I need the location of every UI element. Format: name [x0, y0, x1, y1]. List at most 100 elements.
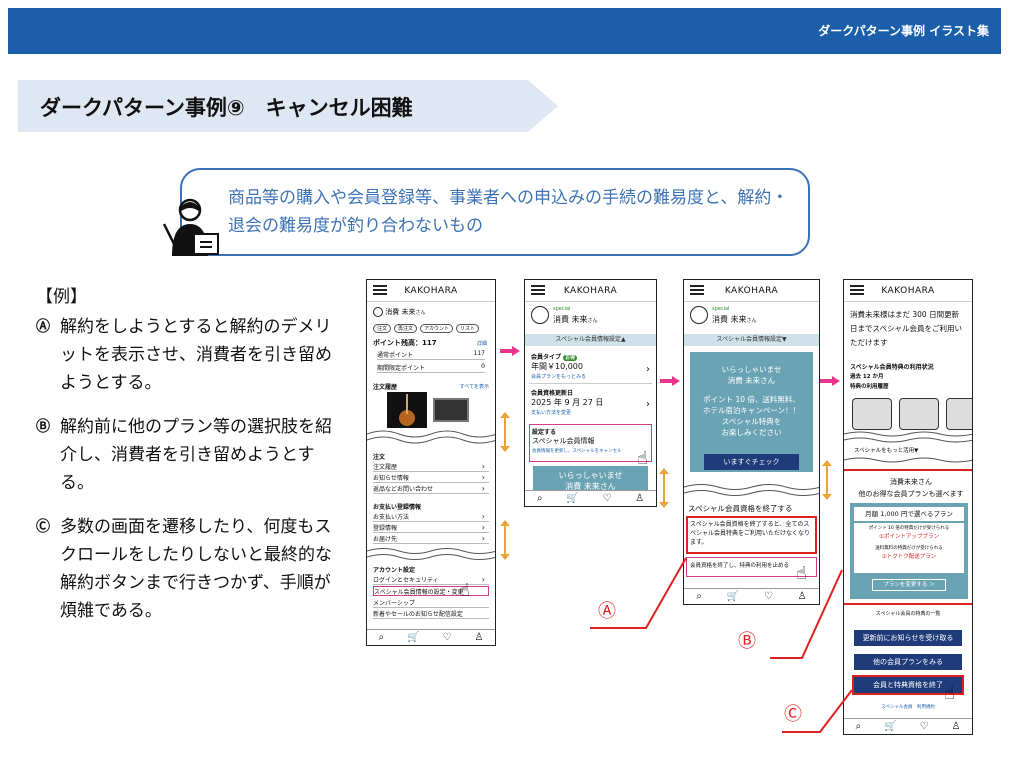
section-bar[interactable]: スペシャル会員情報設定▲: [525, 334, 656, 346]
example-item-c: Ⓒ 多数の画面を遷移したり、何度もスクロールをしたりしないと最終的な解約ボタンま…: [36, 513, 346, 625]
order-menu-item[interactable]: お知らせ情報 ›: [373, 473, 489, 483]
search-icon[interactable]: ⌕: [379, 632, 385, 643]
promo-line: ホテル宿泊キャンペーン！！: [702, 406, 801, 415]
special-cancel-setting-box[interactable]: 設定する スペシャル会員情報 会員情報を更新し、スペシャルをキャンセル: [529, 424, 652, 462]
brand-name: KAKOHARA: [563, 286, 618, 296]
chip-account[interactable]: アカウント: [420, 324, 454, 333]
chip-reorder[interactable]: 再注文: [394, 324, 418, 333]
menu-item-label: お知らせ情報: [373, 475, 409, 482]
flow-arrow-icon: [660, 376, 680, 386]
user-honorific: さん: [746, 318, 757, 324]
setting-cancel-link[interactable]: 会員情報を更新し、スペシャルをキャンセル: [532, 448, 622, 454]
brand-name: KAKOHARA: [404, 286, 458, 296]
usage-title: スペシャル会員特典の利用状況: [850, 364, 934, 371]
check-now-button[interactable]: いますぐチェック: [704, 454, 799, 470]
phone-header: KAKOHARA: [525, 280, 656, 302]
member-type-price: 年間￥10,000: [531, 362, 583, 371]
pay-menu-item[interactable]: お届け先 ›: [373, 534, 489, 544]
menu-item-label: 新着やセールのお知らせ配信設定: [373, 611, 463, 618]
more-benefits-link[interactable]: スペシャルをもっと活用▼: [854, 446, 918, 454]
wavy-scroll-break: [844, 456, 972, 466]
benefit-card[interactable]: [899, 398, 939, 430]
phone-screen-2: KAKOHARA special 消費 未来さん スペシャル会員情報設定▲ 会員…: [524, 279, 657, 507]
user-name: 消費 未来: [385, 308, 416, 316]
user-honorific: さん: [587, 318, 598, 324]
account-menu-item[interactable]: メンバーシップ: [373, 598, 489, 608]
user-greeting: 消費 未来さん: [553, 314, 598, 325]
points-row-label: 通常ポイント: [377, 352, 414, 359]
points-title: ポイント残高：117: [373, 339, 437, 347]
laptop-product-image[interactable]: [433, 398, 469, 422]
callout-b-label: Ⓑ: [738, 631, 756, 652]
header-title: ダークパターン事例 イラスト集: [818, 24, 989, 38]
presenter-person-icon: [162, 198, 224, 262]
welcome-top: いらっしゃいませ: [558, 471, 623, 480]
menu-item-label: 注文履歴: [373, 464, 398, 471]
callout-c-label: Ⓒ: [784, 704, 802, 725]
slide-title-band: ダークパターン事例⑨ キャンセル困難: [18, 80, 558, 132]
phone-header: KAKOHARA: [367, 280, 495, 302]
guitar-product-image[interactable]: [387, 392, 427, 428]
user-greeting: 消費 未来さん: [373, 307, 425, 317]
user-name: 消費 未来: [712, 315, 747, 324]
order-menu-item[interactable]: 注文履歴 ›: [373, 462, 489, 472]
usage-history: 特典の利用履歴: [850, 384, 889, 390]
chevron-right-icon: ›: [481, 523, 485, 532]
chevron-right-icon: ›: [481, 534, 485, 543]
benefit-card[interactable]: [852, 398, 892, 430]
pay-section-title: お支払い登録情報: [373, 504, 422, 511]
promo-line: ポイント 10 倍、送料無料、: [703, 395, 800, 404]
orders-title: 注文履歴: [373, 384, 398, 391]
user-greeting: 消費 未来さん: [712, 314, 757, 325]
example-item-a: Ⓐ 解約をしようとすると解約のデメリットを表示させ、消費者を引き留めようとする。: [36, 313, 346, 397]
chevron-right-icon: ›: [646, 364, 650, 375]
brand-name: KAKOHARA: [881, 286, 935, 296]
example-mark: Ⓐ: [36, 319, 50, 335]
callout-a-label: Ⓐ: [598, 601, 616, 622]
order-menu-item[interactable]: 返品などお問い合わせ ›: [373, 484, 489, 494]
points-row-value: 117: [473, 350, 485, 357]
section-bar[interactable]: スペシャル会員情報設定▼: [684, 334, 819, 346]
user-honorific: さん: [415, 310, 426, 316]
flow-arrow-icon: [820, 376, 840, 386]
account-menu-item[interactable]: 新着やセールのお知らせ配信設定: [373, 609, 489, 619]
examples-list: 【例】 Ⓐ 解約をしようとすると解約のデメリットを表示させ、消費者を引き留めよう…: [36, 283, 346, 641]
menu-item-label: ログインとセキュリティ: [373, 577, 439, 584]
menu-item-label: メンバーシップ: [373, 600, 415, 607]
special-label: special: [712, 306, 730, 312]
chip-list[interactable]: リスト: [456, 324, 480, 333]
benefit-card[interactable]: [946, 398, 972, 430]
example-text: 多数の画面を遷移したり、何度もスクロールをしたりしないと最終的な解約ボタンまで行…: [60, 517, 332, 621]
renew-label: 会員資格更新日: [531, 390, 574, 397]
orders-all-link[interactable]: すべてを表示: [460, 383, 489, 390]
search-icon[interactable]: ⌕: [537, 493, 543, 504]
flow-arrow-icon: [500, 346, 520, 356]
cart-icon[interactable]: 🛒: [407, 632, 419, 643]
setting-title: スペシャル会員情報: [532, 437, 595, 445]
wavy-scroll-break: [367, 428, 495, 446]
payment-change-link[interactable]: 支払い方法を変更: [531, 409, 571, 416]
renew-date: 2025 年 9 月 27 日: [531, 398, 604, 407]
pay-menu-item[interactable]: お支払い方法 ›: [373, 512, 489, 522]
pay-menu-item[interactable]: 登録情報 ›: [373, 523, 489, 533]
points-detail-link[interactable]: 詳細: [477, 340, 487, 347]
offer-user-name: 消費未来さん: [890, 478, 932, 486]
account-icon[interactable]: ♙: [475, 632, 484, 643]
promo-line: お楽しみください: [721, 428, 782, 437]
account-menu-item[interactable]: ログインとセキュリティ ›: [373, 575, 489, 585]
member-plan-link[interactable]: 会員プランをもっとみる: [531, 373, 586, 380]
example-text: 解約をしようとすると解約のデメリットを表示させ、消費者を引き留めようとする。: [60, 317, 332, 393]
heart-icon[interactable]: ♡: [443, 632, 452, 643]
chip-order[interactable]: 注文: [373, 324, 392, 333]
scroll-indicator-icon: [822, 460, 832, 504]
scroll-indicator-icon: [500, 520, 510, 564]
divider: [529, 383, 652, 384]
cart-icon[interactable]: 🛒: [566, 493, 578, 504]
offer-title: 他のお得な会員プランも選べます: [858, 490, 964, 498]
tap-hand-icon: ☝: [459, 580, 470, 601]
special-member-settings-item[interactable]: スペシャル会員情報の設定・変更: [373, 586, 489, 596]
top-header-bar: ダークパターン事例 イラスト集: [8, 8, 1001, 54]
example-text: 解約前に他のプラン等の選択肢を紹介し、消費者を引き留めようとする。: [60, 417, 332, 493]
promo-line: スペシャル特典を: [721, 417, 782, 426]
chevron-right-icon: ›: [481, 575, 485, 584]
